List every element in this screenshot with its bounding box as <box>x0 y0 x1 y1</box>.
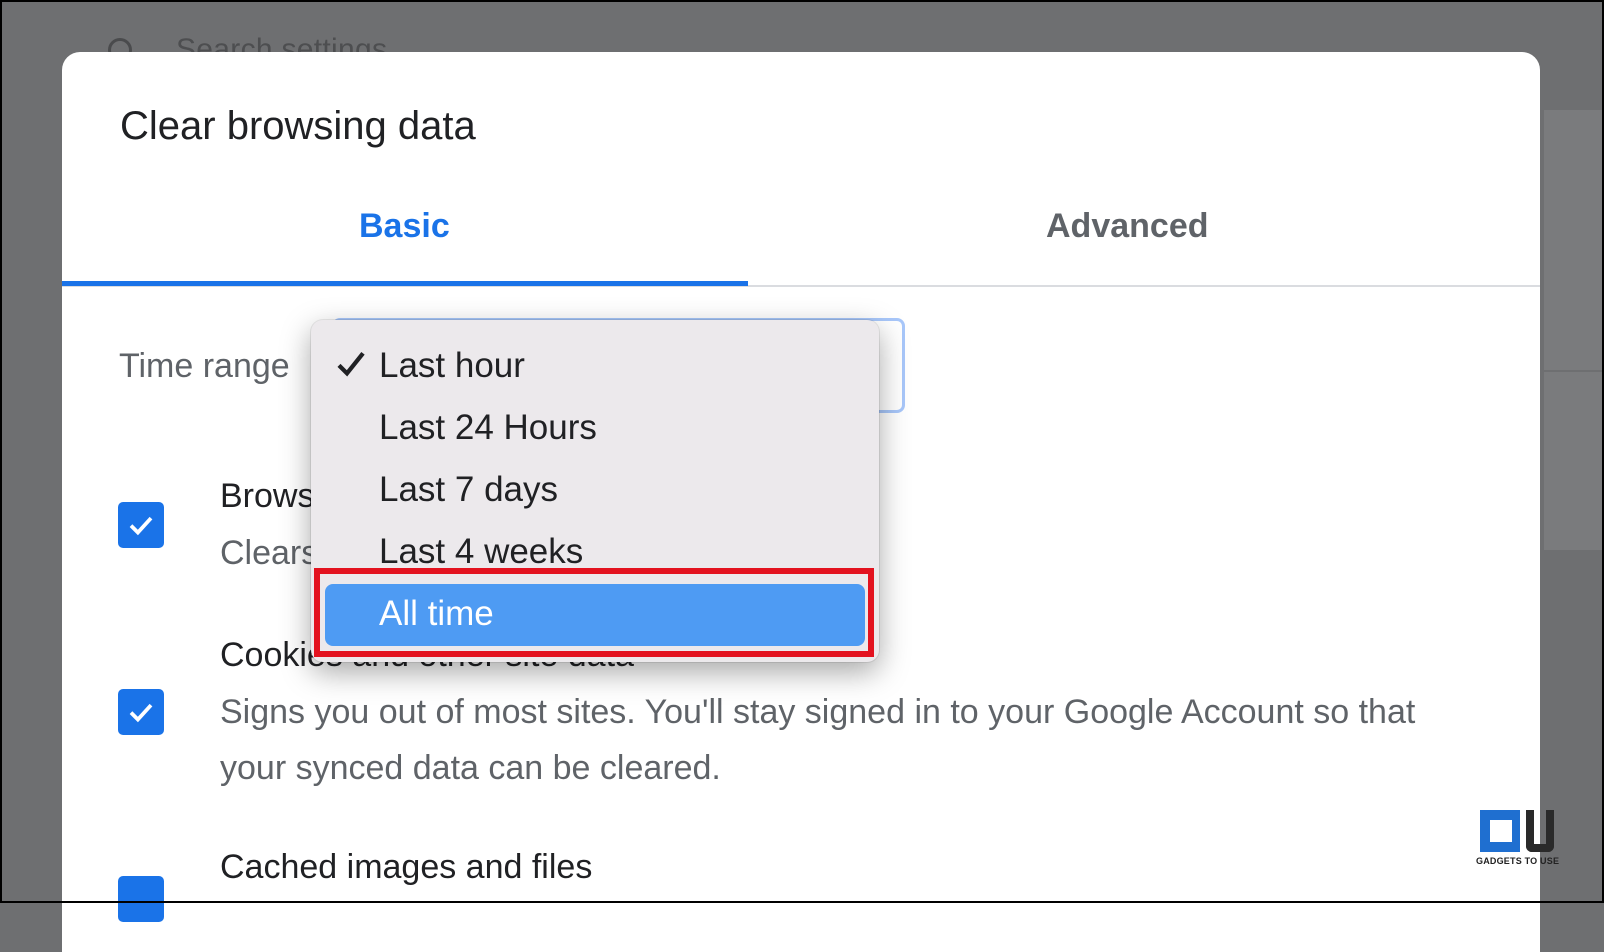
logo-u-mark <box>1526 810 1554 852</box>
menu-option-last-24-hours[interactable]: Last 24 Hours <box>379 408 597 448</box>
cookies-desc: Signs you out of most sites. You'll stay… <box>220 693 1416 787</box>
checkmark-icon <box>129 516 153 536</box>
time-range-label: Time range <box>119 347 290 385</box>
menu-option-last-hour[interactable]: Last hour <box>379 346 525 386</box>
tab-basic[interactable]: Basic <box>359 207 450 246</box>
cached-files-title: Cached images and files <box>220 848 593 886</box>
menu-option-last-7-days[interactable]: Last 7 days <box>379 470 558 510</box>
active-tab-indicator <box>62 281 748 286</box>
checkmark-icon <box>129 703 153 723</box>
checkmark-icon <box>337 352 365 377</box>
cached-files-checkbox[interactable] <box>118 876 164 922</box>
background-card <box>1544 372 1604 550</box>
gadgets-to-use-logo: GADGETS TO USE <box>1476 808 1560 870</box>
logo-tagline: GADGETS TO USE <box>1476 856 1560 866</box>
menu-option-last-4-weeks[interactable]: Last 4 weeks <box>379 532 583 572</box>
tab-advanced[interactable]: Advanced <box>1046 207 1209 246</box>
time-range-dropdown-menu: Last hour Last 24 Hours Last 7 days Last… <box>311 320 879 662</box>
background-card <box>1544 110 1604 370</box>
menu-option-all-time[interactable]: All time <box>379 594 494 634</box>
logo-g-inner <box>1490 820 1512 842</box>
cookies-checkbox[interactable] <box>118 689 164 735</box>
browsing-history-checkbox[interactable] <box>118 502 164 548</box>
dialog-title: Clear browsing data <box>120 104 476 148</box>
browsing-history-title: Brows <box>220 477 315 515</box>
